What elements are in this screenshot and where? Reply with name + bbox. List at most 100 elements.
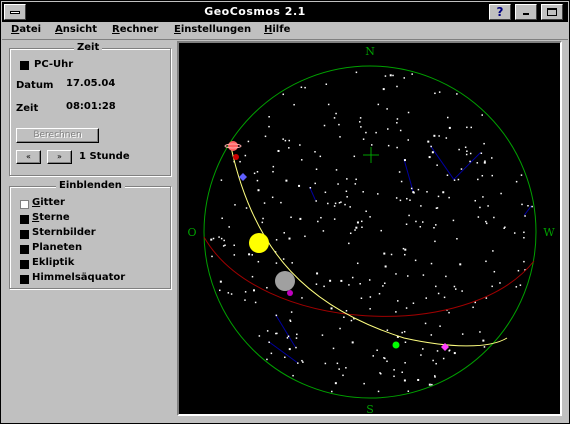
- star: [345, 190, 348, 193]
- sterne-checkbox[interactable]: [20, 215, 29, 224]
- star: [477, 216, 480, 218]
- menu-ansicht[interactable]: Ansicht: [55, 24, 97, 35]
- title-bar[interactable]: GeoCosmos 2.1 ?: [2, 2, 568, 22]
- maximize-button[interactable]: [541, 4, 563, 20]
- star: [333, 117, 336, 119]
- star: [323, 285, 325, 288]
- datum-label: Datum: [16, 80, 54, 91]
- star: [485, 260, 487, 263]
- star: [350, 319, 353, 322]
- star: [515, 286, 518, 288]
- menu-hilfe[interactable]: Hilfe: [264, 24, 290, 35]
- minimize-icon: [523, 13, 529, 15]
- star: [363, 382, 365, 385]
- star: [290, 216, 292, 219]
- zeit-value[interactable]: 08:01:28: [66, 101, 116, 112]
- star: [403, 379, 406, 382]
- star: [453, 179, 456, 181]
- star: [491, 157, 493, 159]
- star: [336, 362, 339, 365]
- star: [239, 160, 241, 163]
- sky-view[interactable]: N S O W: [177, 41, 562, 416]
- zeit-label: Zeit: [16, 103, 39, 114]
- star: [378, 292, 381, 295]
- menu-datei[interactable]: Datei: [11, 24, 41, 35]
- sternbilder-checkbox[interactable]: [20, 230, 29, 239]
- saturn-icon[interactable]: [224, 141, 242, 151]
- minimize-button[interactable]: [515, 4, 537, 20]
- star: [487, 205, 489, 207]
- star: [356, 221, 359, 224]
- star: [275, 314, 278, 317]
- star: [258, 335, 261, 337]
- star: [405, 223, 408, 226]
- sky-chart[interactable]: N S O W: [179, 43, 560, 414]
- star: [377, 193, 379, 195]
- star: [248, 253, 251, 256]
- zenith-marker: [363, 147, 379, 163]
- star: [340, 201, 342, 203]
- star: [503, 227, 505, 230]
- star: [291, 262, 293, 264]
- star: [223, 239, 225, 242]
- star: [338, 123, 340, 126]
- star: [268, 341, 270, 344]
- mercury-icon[interactable]: [287, 290, 293, 296]
- star: [446, 116, 449, 119]
- star: [465, 153, 468, 156]
- system-menu-button[interactable]: [4, 4, 26, 20]
- uranus-icon[interactable]: [392, 341, 400, 349]
- star: [492, 250, 494, 252]
- star: [395, 273, 397, 275]
- berechnen-button[interactable]: Berechnen: [16, 128, 99, 143]
- mars-icon[interactable]: [233, 154, 239, 160]
- star: [456, 238, 458, 240]
- pc-uhr-checkbox[interactable]: [20, 61, 29, 70]
- menu-einstellungen[interactable]: Einstellungen: [174, 24, 251, 35]
- star: [517, 269, 520, 272]
- star: [520, 174, 523, 176]
- star: [524, 215, 526, 217]
- star: [314, 151, 316, 153]
- star: [407, 111, 410, 114]
- star: [407, 275, 409, 277]
- star: [368, 279, 371, 281]
- star: [439, 325, 441, 327]
- star: [466, 150, 468, 152]
- star: [434, 376, 436, 378]
- moon-icon[interactable]: [275, 271, 295, 291]
- star: [351, 341, 354, 344]
- star: [283, 232, 285, 234]
- next-step-button[interactable]: »: [47, 150, 72, 164]
- menu-rechner[interactable]: Rechner: [112, 24, 158, 35]
- help-button[interactable]: ?: [489, 4, 511, 20]
- constellation-line: [309, 186, 316, 201]
- gitter-checkbox[interactable]: [20, 200, 29, 209]
- star: [346, 196, 348, 198]
- star: [333, 205, 336, 207]
- star: [377, 103, 380, 106]
- ekliptik-checkbox[interactable]: [20, 260, 29, 269]
- star: [266, 330, 269, 332]
- star: [299, 217, 302, 220]
- sun-icon[interactable]: [249, 233, 269, 253]
- star: [355, 71, 358, 74]
- himmelsaequator-checkbox[interactable]: [20, 275, 29, 284]
- star: [277, 149, 280, 152]
- star: [519, 284, 522, 286]
- star: [395, 197, 398, 199]
- star: [406, 197, 408, 200]
- star: [332, 347, 335, 350]
- star: [435, 207, 438, 209]
- star: [477, 178, 479, 181]
- star: [227, 292, 230, 294]
- planeten-checkbox[interactable]: [20, 245, 29, 254]
- star: [433, 134, 436, 137]
- ekliptik-label: Ekliptik: [32, 257, 75, 268]
- datum-value[interactable]: 17.05.04: [66, 78, 115, 89]
- star: [403, 330, 406, 333]
- star: [443, 296, 446, 299]
- prev-step-button[interactable]: «: [16, 150, 41, 164]
- star: [365, 131, 367, 134]
- star: [376, 349, 378, 351]
